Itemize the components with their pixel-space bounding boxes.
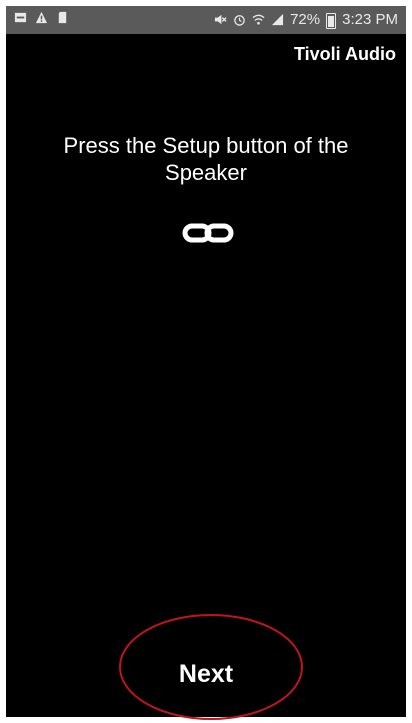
app-title: Tivoli Audio <box>294 44 396 64</box>
mute-icon <box>215 14 227 25</box>
alarm-icon <box>234 15 245 26</box>
sd-card-icon <box>58 11 67 24</box>
next-button[interactable]: Next <box>116 652 296 696</box>
battery-icon <box>326 12 337 29</box>
link-icon <box>182 223 234 243</box>
setup-instruction: Press the Setup button of the Speaker <box>63 133 349 185</box>
battery-percent: 72% <box>290 11 321 28</box>
status-bar-right: 72% 3:23 PM <box>214 11 398 29</box>
status-time: 3:23 PM <box>342 11 398 28</box>
wifi-icon <box>252 14 265 25</box>
app-screen: 72% 3:23 PM Tivoli Audio Press the Setup… <box>6 6 406 717</box>
notification-icon <box>14 12 27 23</box>
status-bar: 72% 3:23 PM <box>6 6 406 34</box>
warning-icon <box>35 11 48 24</box>
status-bar-left <box>14 11 69 24</box>
signal-icon <box>272 13 284 26</box>
